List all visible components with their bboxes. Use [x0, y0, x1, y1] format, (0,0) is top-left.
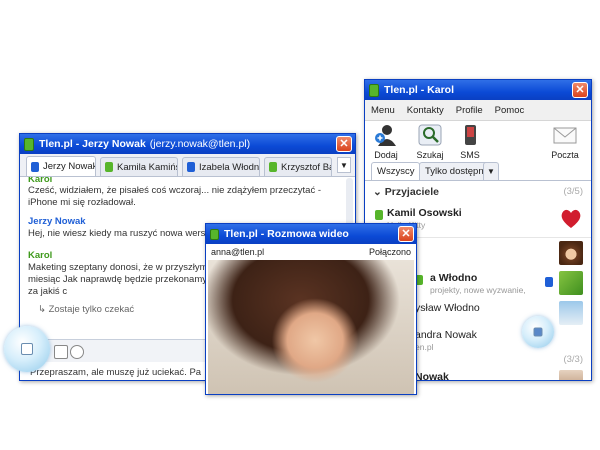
- menu-item-menu[interactable]: Menu: [365, 105, 401, 116]
- info-icon: [545, 277, 553, 287]
- chat-tabs: Jerzy Nowak ✕ Kamila Kamińska Izabela Wł…: [20, 154, 355, 177]
- video-call-window: Tlen.pl - Rozmowa wideo ✕ anna@tlen.pl P…: [205, 223, 417, 395]
- tab-izabela-wlodno[interactable]: Izabela Włodno: [182, 157, 260, 176]
- contacts-title: Tlen.pl - Karol: [384, 84, 455, 96]
- tab-label: Jerzy Nowak: [43, 161, 96, 172]
- tool-label: Szukaj: [416, 150, 444, 160]
- video-titlebar[interactable]: Tlen.pl - Rozmowa wideo ✕: [206, 224, 416, 244]
- sms-button[interactable]: SMS: [453, 124, 487, 160]
- add-contact-button[interactable]: Dodaj: [369, 124, 403, 160]
- document-icon: [21, 343, 33, 355]
- add-user-icon: [375, 125, 396, 146]
- chat-close-button[interactable]: ✕: [336, 136, 352, 152]
- video-status: Połączono: [368, 247, 411, 257]
- avatar: [559, 370, 583, 380]
- message-text: Cześć, widziałem, że pisałeś coś wczoraj…: [28, 185, 322, 208]
- menu-bar: Menu Kontakty Profile Pomoc: [365, 100, 591, 121]
- floating-bubble[interactable]: [522, 316, 554, 348]
- contacts-titlebar[interactable]: Tlen.pl - Karol ✕: [365, 80, 591, 100]
- mail-icon: [553, 127, 577, 144]
- tlen-logo-icon: [369, 83, 379, 97]
- avatar: [559, 301, 583, 325]
- phone-icon: [465, 125, 476, 145]
- video-feed: [208, 260, 414, 394]
- tab-label: Izabela Włodno: [199, 161, 260, 173]
- online-status-icon: [375, 210, 383, 220]
- tlen-logo-icon: [24, 137, 34, 151]
- tlen-status-icon: [269, 162, 277, 172]
- tab-jerzy-nowak[interactable]: Jerzy Nowak ✕: [26, 156, 96, 176]
- floating-bubble[interactable]: [4, 326, 50, 372]
- avatar: [559, 241, 583, 265]
- contacts-toolbar: Dodaj Szukaj SMS Poczta: [365, 121, 591, 160]
- tlen-status-icon: [105, 162, 113, 172]
- menu-item-kontakty[interactable]: Kontakty: [401, 105, 450, 116]
- message-sender: Karol: [28, 177, 53, 185]
- group-count: (3/3): [563, 354, 583, 365]
- tabs-menu-chevron-icon[interactable]: ▼: [337, 157, 351, 173]
- tool-label: SMS: [460, 150, 480, 160]
- contact-name: andra Nowak: [415, 329, 477, 341]
- chat-icon: [533, 327, 543, 337]
- video-contact-email: anna@tlen.pl: [211, 247, 265, 257]
- contact-description: en.pl: [415, 342, 434, 352]
- tab-wszyscy[interactable]: Wszyscy: [371, 162, 421, 180]
- contacts-close-button[interactable]: ✕: [572, 82, 588, 98]
- group-name: Przyjaciele: [384, 186, 440, 198]
- message-input[interactable]: Przepraszam, ale muszę już uciekać. Pa: [30, 367, 201, 378]
- contact-name: ysław Włodno: [415, 302, 480, 314]
- contact-name: Nowak: [415, 371, 449, 381]
- tab-tylko-dostepni[interactable]: Tylko dostępni: [419, 162, 492, 180]
- chat-status-icon: [31, 161, 39, 172]
- emoticon-icon[interactable]: [70, 345, 84, 359]
- avatar: [559, 271, 583, 295]
- tool-label: Poczta: [551, 150, 579, 160]
- mail-button[interactable]: Poczta: [548, 124, 582, 160]
- attach-icon[interactable]: [54, 345, 68, 359]
- info-status-icon: [187, 162, 195, 172]
- chat-title-email: (jerzy.nowak@tlen.pl): [149, 138, 251, 150]
- contact-name: Kamil Osowski: [387, 207, 462, 219]
- tab-label: Kamila Kamińska: [117, 161, 177, 173]
- tool-label: Dodaj: [374, 150, 398, 160]
- group-header[interactable]: ⌄ Przyjaciele (3/5): [373, 186, 583, 198]
- video-close-button[interactable]: ✕: [398, 226, 414, 242]
- video-title: Tlen.pl - Rozmowa wideo: [224, 228, 349, 240]
- message-text: Maketing szeptany donosi, że w przyszłym…: [28, 262, 222, 297]
- tab-label: Krzysztof Bara: [281, 161, 331, 173]
- tlen-logo-icon: [210, 228, 219, 240]
- chat-title: Tlen.pl - Jerzy Nowak: [39, 138, 146, 150]
- menu-item-profile[interactable]: Profile: [450, 105, 489, 116]
- tabs-chevron-down-icon[interactable]: ▼: [483, 162, 499, 180]
- search-contact-button[interactable]: Szukaj: [413, 124, 447, 160]
- tab-kamila-kaminska[interactable]: Kamila Kamińska: [100, 157, 178, 176]
- contact-name: a Włodno: [430, 272, 478, 284]
- video-header: anna@tlen.pl Połączono: [206, 244, 416, 260]
- menu-item-pomoc[interactable]: Pomoc: [489, 105, 531, 116]
- heart-avatar: [561, 209, 581, 228]
- tab-krzysztof[interactable]: Krzysztof Bara: [264, 157, 332, 176]
- group-chevron-icon: ⌄: [373, 186, 382, 198]
- group-count: (3/5): [563, 186, 583, 197]
- contact-filter-tabs: Wszyscy Tylko dostępni ▼: [365, 162, 591, 181]
- search-user-icon: [418, 124, 442, 146]
- chat-titlebar[interactable]: Tlen.pl - Jerzy Nowak (jerzy.nowak@tlen.…: [20, 134, 355, 154]
- contact-description: projekty, nowe wyzwanie,: [430, 285, 526, 295]
